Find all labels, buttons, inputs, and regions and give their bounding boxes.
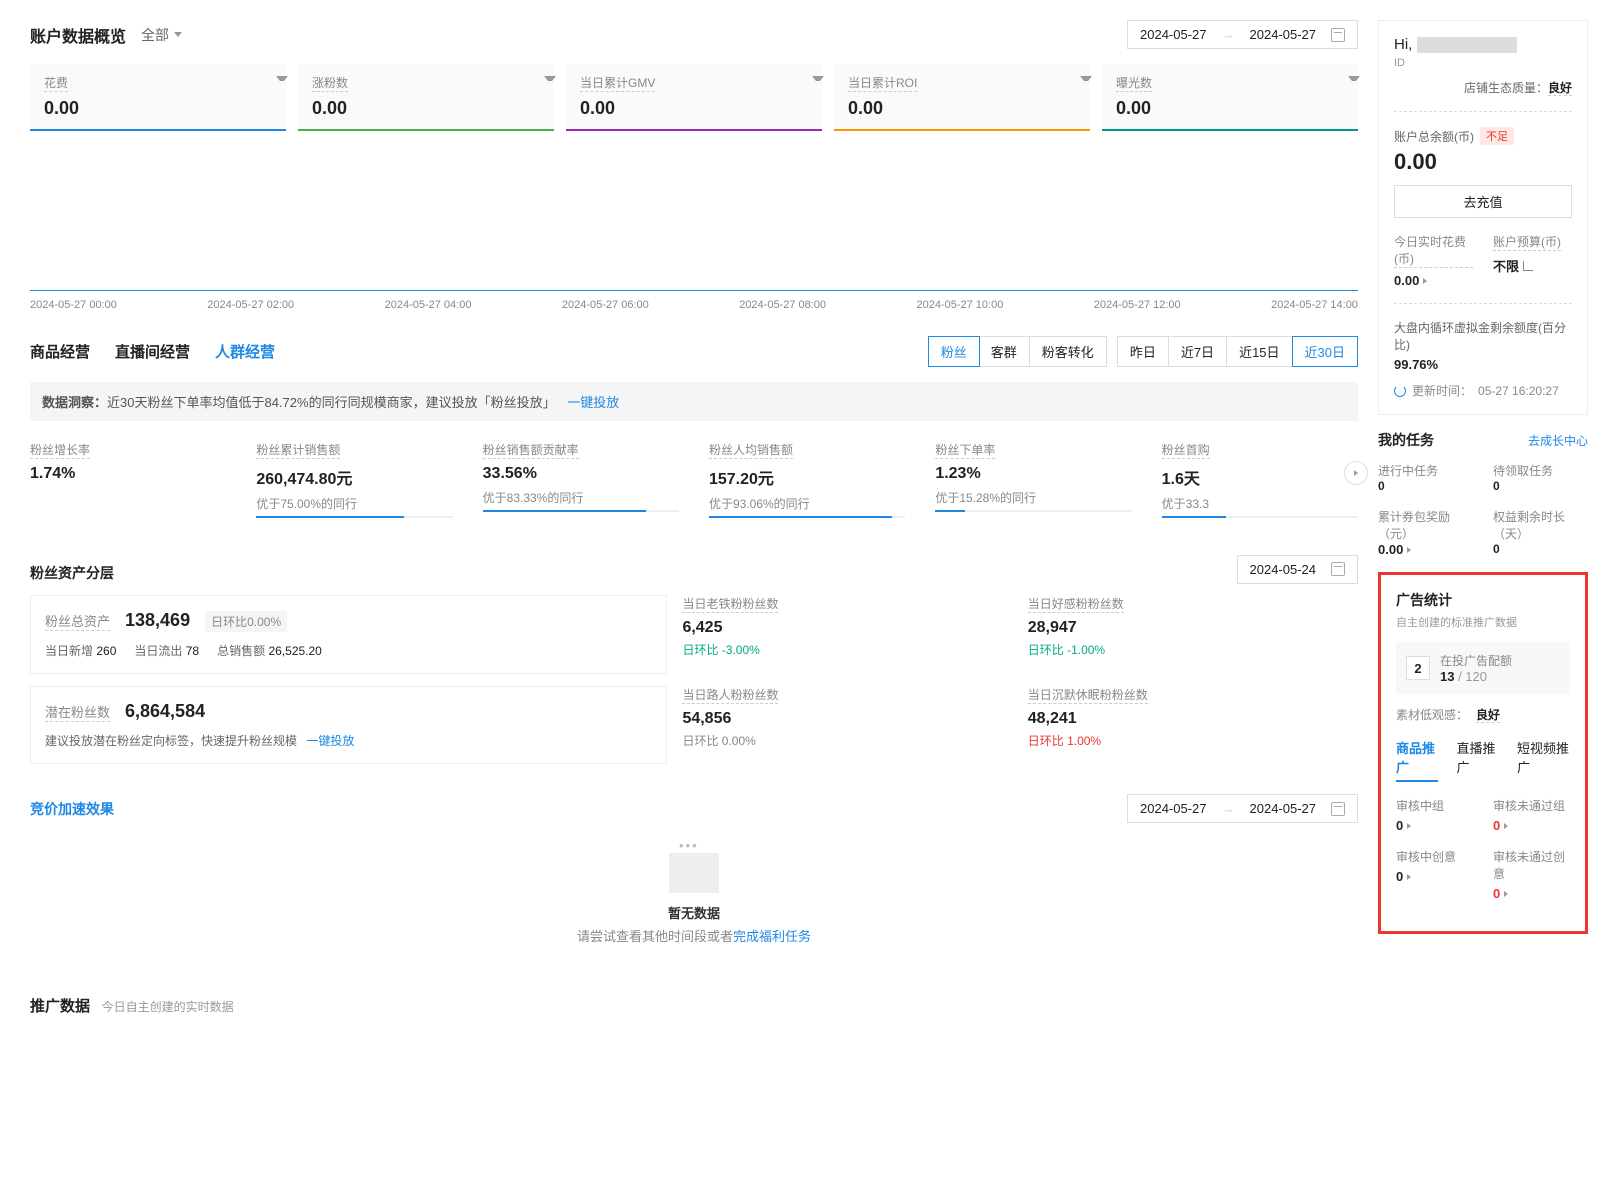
chevron-right-icon[interactable] [1423,278,1427,284]
chevron-right-icon[interactable] [1504,823,1508,829]
refresh-icon[interactable] [1394,385,1406,397]
pill-yesterday[interactable]: 昨日 [1118,337,1169,366]
chevron-right-icon[interactable] [1407,823,1411,829]
stat-first-purchase: 粉丝首购1.6天优于33.3 [1162,441,1358,518]
chevron-down-icon [1080,76,1092,81]
pill-conversion[interactable]: 粉客转化 [1030,337,1106,366]
asset-potential-card: 潜在粉丝数 6,864,584 建议投放潜在粉丝定向标签，快速提升粉丝规模 一键… [30,686,667,764]
user-name-redacted [1417,37,1517,53]
stats-next-button[interactable] [1344,461,1368,485]
recharge-button[interactable]: 去充值 [1394,185,1572,218]
overview-chart: 2024-05-27 00:00 2024-05-27 02:00 2024-0… [30,141,1358,311]
ad-quota-box: 2 在投广告配额 13 / 120 [1396,642,1570,694]
pill-customers[interactable]: 客群 [979,337,1030,366]
tab-live-mgmt[interactable]: 直播间经营 [115,341,190,362]
mini-stat-dormant: 当日沉默休眠粉粉丝数48,241日环比 1.00% [1028,686,1358,764]
edit-icon[interactable] [1523,261,1533,271]
metric-card-exposure[interactable]: 曝光数0.00 [1102,64,1358,131]
tasks-section: 我的任务去成长中心 进行中任务0 待领取任务0 累计券包奖励（元）0.00 权益… [1378,430,1588,557]
balance-insufficient-badge: 不足 [1480,127,1514,145]
bidding-date-range[interactable]: 2024-05-27 → 2024-05-27 [1127,794,1358,823]
mini-stat-passerby: 当日路人粉粉丝数54,856日环比 0.00% [682,686,1012,764]
bidding-title-link[interactable]: 竞价加速效果 [30,799,114,819]
metric-card-gmv[interactable]: 当日累计GMV0.00 [566,64,822,131]
stat-cumulative-sales: 粉丝累计销售额260,474.80元优于75.00%的同行 [256,441,452,518]
calendar-icon [1331,802,1345,816]
metric-card-fans[interactable]: 涨粉数0.00 [298,64,554,131]
chevron-right-icon [1354,470,1358,476]
asset-total-card: 粉丝总资产 138,469 日环比0.00% 当日新增 260 当日流出 78 … [30,595,667,674]
empty-action-link[interactable]: 完成福利任务 [733,929,811,944]
potential-action-link[interactable]: 一键投放 [306,734,354,748]
stat-order-rate: 粉丝下单率1.23%优于15.28%的同行 [935,441,1131,518]
user-card: Hi, ID 店铺生态质量：良好 账户总余额(币)不足 0.00 去充值 今日实… [1378,20,1588,415]
ad-tab-live[interactable]: 直播推广 [1456,738,1498,782]
ad-stats-card: 广告统计 自主创建的标准推广数据 2 在投广告配额 13 / 120 素材低观感… [1378,572,1588,934]
asset-section-title: 粉丝资产分层 [30,563,114,583]
pill-30d[interactable]: 近30日 [1292,336,1358,367]
chevron-down-icon [174,32,182,37]
pill-fans[interactable]: 粉丝 [928,336,980,367]
tab-product-mgmt[interactable]: 商品经营 [30,341,90,362]
insight-action-link[interactable]: 一键投放 [567,395,619,410]
stat-growth-rate: 粉丝增长率1.74% [30,441,226,518]
stat-sales-contribution: 粉丝销售额贡献率33.56%优于83.33%的同行 [483,441,679,518]
scope-dropdown[interactable]: 全部 [141,25,182,45]
metric-card-roi[interactable]: 当日累计ROI0.00 [834,64,1090,131]
mini-stat-loyal: 当日老铁粉粉丝数6,425日环比 -3.00% [682,595,1012,674]
chevron-right-icon[interactable] [1407,874,1411,880]
calendar-icon [1331,28,1345,42]
ad-quota-badge: 2 [1406,656,1430,680]
pill-7d[interactable]: 近7日 [1169,337,1227,366]
empty-box-icon [669,853,719,893]
tab-audience-mgmt[interactable]: 人群经营 [215,341,275,362]
account-overview-title: 账户数据概览 [30,23,126,47]
ad-tab-product[interactable]: 商品推广 [1396,738,1438,782]
metric-card-spend[interactable]: 花费0.00 [30,64,286,131]
chevron-down-icon [276,76,288,81]
chevron-down-icon [544,76,556,81]
insight-banner: 数据洞察：近30天粉丝下单率均值低于84.72%的同行同规模商家，建议投放「粉丝… [30,382,1358,421]
stat-per-fan-sales: 粉丝人均销售额157.20元优于93.06%的同行 [709,441,905,518]
promo-title: 推广数据 [30,998,90,1015]
overview-date-range[interactable]: 2024-05-27 → 2024-05-27 [1127,20,1358,49]
asset-date-picker[interactable]: 2024-05-24 [1237,555,1359,584]
growth-center-link[interactable]: 去成长中心 [1528,432,1588,449]
chevron-down-icon [812,76,824,81]
pill-15d[interactable]: 近15日 [1227,337,1292,366]
arrow-icon: → [1222,801,1235,816]
ad-tab-video[interactable]: 短视频推广 [1517,738,1570,782]
promo-subtitle: 今日自主创建的实时数据 [102,1000,234,1014]
chevron-down-icon [1348,76,1360,81]
chevron-right-icon[interactable] [1504,891,1508,897]
mini-stat-favorable: 当日好感粉粉丝数28,947日环比 -1.00% [1028,595,1358,674]
chevron-right-icon[interactable] [1407,547,1411,553]
bidding-empty-state: 暂无数据 请尝试查看其他时间段或者完成福利任务 [30,823,1358,975]
arrow-icon: → [1222,27,1235,42]
calendar-icon [1331,562,1345,576]
